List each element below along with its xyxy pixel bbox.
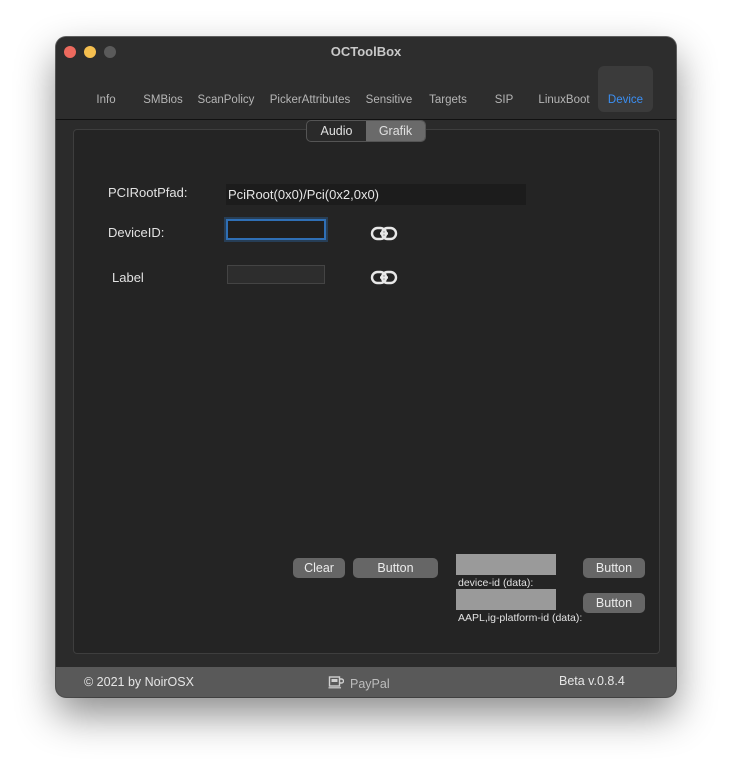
titlebar: OCToolBox Info SMBios ScanPolicy PickerA… xyxy=(56,37,676,120)
label-link-icon[interactable] xyxy=(370,268,398,288)
segment-audio[interactable]: Audio xyxy=(307,121,366,141)
deviceid-input[interactable] xyxy=(226,219,326,240)
label-input[interactable] xyxy=(227,265,325,284)
label-label: Label xyxy=(112,270,144,285)
window-title: OCToolBox xyxy=(330,44,402,59)
tab-info[interactable]: Info xyxy=(86,66,126,112)
tab-bar: Info SMBios ScanPolicy PickerAttributes … xyxy=(56,66,676,112)
paypal-label: PayPal xyxy=(350,676,390,691)
tab-linuxboot[interactable]: LinuxBoot xyxy=(533,66,595,112)
footer-bar: © 2021 by NoirOSX PayPal Beta v.0.8.4 xyxy=(56,667,676,697)
app-window: OCToolBox Info SMBios ScanPolicy PickerA… xyxy=(56,37,676,697)
tab-targets[interactable]: Targets xyxy=(422,66,474,112)
device-type-segmented-control: Audio Grafik xyxy=(306,120,426,142)
version-text: Beta v.0.8.4 xyxy=(559,674,625,688)
segment-grafik[interactable]: Grafik xyxy=(366,121,425,141)
deviceid-link-icon[interactable] xyxy=(370,224,398,244)
paypal-link[interactable]: PayPal xyxy=(328,675,390,692)
clear-button[interactable]: Clear xyxy=(293,558,345,578)
platform-id-button[interactable]: Button xyxy=(583,593,645,613)
platform-id-caption: AAPL,ig-platform-id (data): xyxy=(458,612,583,624)
tab-sip[interactable]: SIP xyxy=(484,66,524,112)
deviceid-label: DeviceID: xyxy=(108,225,165,240)
copyright-text: © 2021 by NoirOSX xyxy=(84,675,194,689)
pciroot-label: PCIRootPfad: xyxy=(108,185,188,200)
tab-smbios[interactable]: SMBios xyxy=(138,66,188,112)
pciroot-path-field[interactable]: PciRoot(0x0)/Pci(0x2,0x0) xyxy=(226,184,526,205)
action-button[interactable]: Button xyxy=(353,558,438,578)
tab-pickerattributes[interactable]: PickerAttributes xyxy=(265,66,355,112)
tab-device[interactable]: Device xyxy=(598,66,653,112)
coffee-cup-icon xyxy=(328,675,345,692)
device-id-caption: device-id (data): xyxy=(458,577,534,589)
device-id-button[interactable]: Button xyxy=(583,558,645,578)
tab-scanpolicy[interactable]: ScanPolicy xyxy=(194,66,258,112)
device-id-data-field[interactable] xyxy=(456,554,556,575)
platform-id-data-field[interactable] xyxy=(456,589,556,610)
tab-sensitive[interactable]: Sensitive xyxy=(360,66,418,112)
